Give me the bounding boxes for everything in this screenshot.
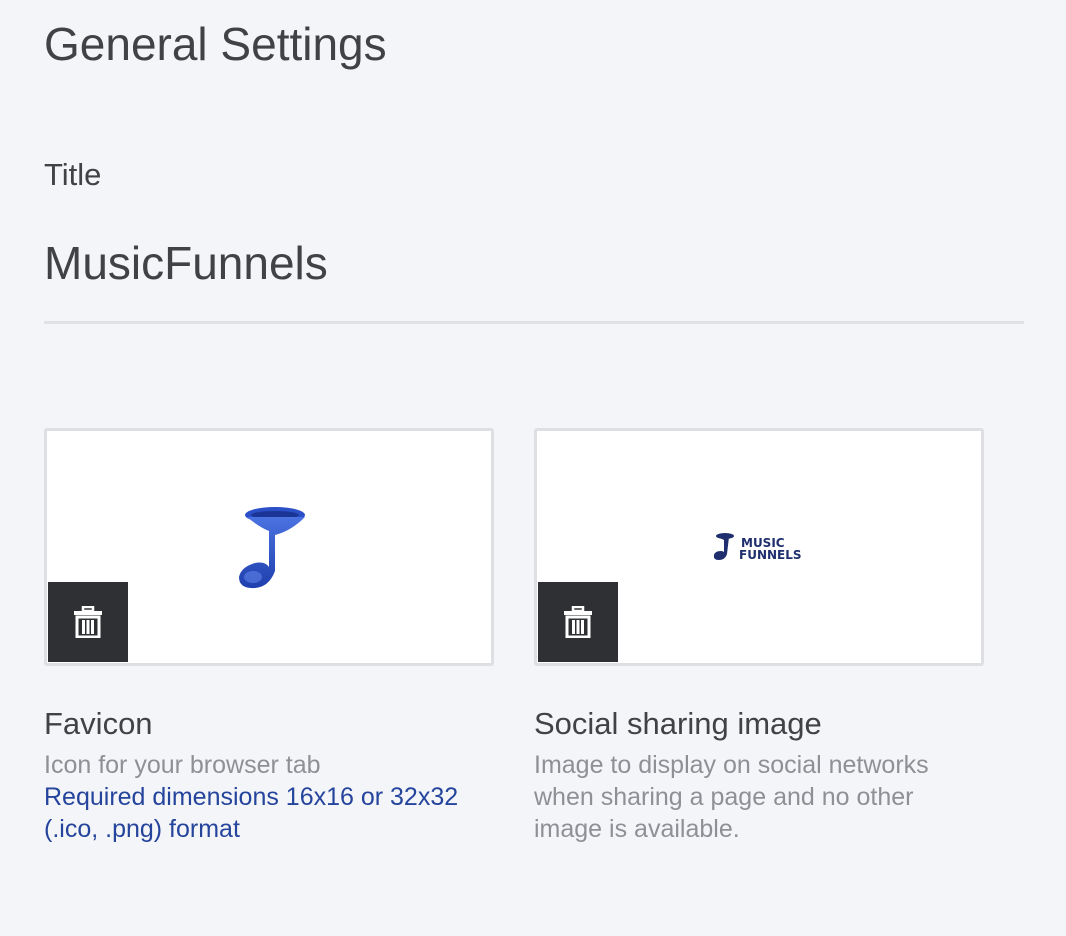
music-note-icon bbox=[239, 507, 305, 589]
general-settings-page: General Settings Title MusicFunnels MUSI… bbox=[0, 0, 1066, 936]
social-image-description: Image to display on social networks when… bbox=[534, 751, 929, 843]
delete-favicon-button[interactable] bbox=[48, 582, 128, 662]
favicon-description-block: Icon for your browser tab Required dimen… bbox=[44, 749, 484, 845]
social-image-upload-card[interactable]: MUSIC FUNNELS bbox=[534, 428, 984, 666]
favicon-description: Icon for your browser tab bbox=[44, 751, 321, 779]
title-field-label: Title bbox=[44, 157, 102, 192]
delete-social-image-button[interactable] bbox=[538, 582, 618, 662]
favicon-upload-card[interactable] bbox=[44, 428, 494, 666]
musicfunnels-logo: MUSIC FUNNELS bbox=[713, 533, 802, 562]
favicon-requirement: Required dimensions 16x16 or 32x32 (.ico… bbox=[44, 783, 459, 843]
social-image-title: Social sharing image bbox=[534, 706, 822, 741]
favicon-title: Favicon bbox=[44, 706, 153, 741]
title-input-value[interactable]: MusicFunnels bbox=[44, 236, 328, 290]
trash-icon bbox=[74, 606, 102, 638]
title-input[interactable]: MusicFunnels bbox=[44, 234, 1024, 324]
trash-icon bbox=[564, 606, 592, 638]
page-title: General Settings bbox=[44, 18, 387, 70]
logo-text-line2: FUNNELS bbox=[739, 548, 802, 562]
